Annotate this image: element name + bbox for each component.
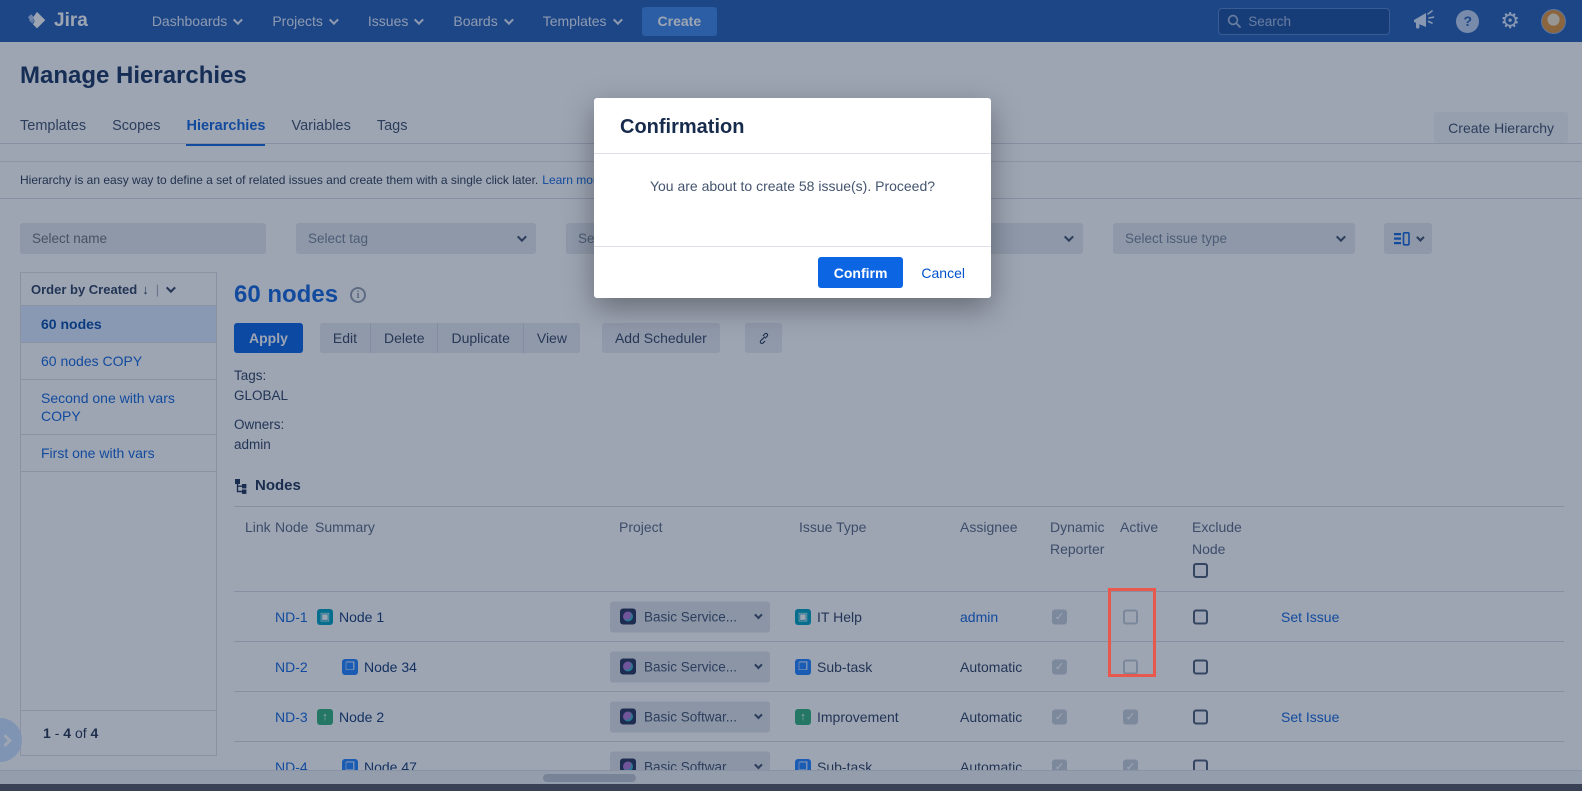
confirm-button[interactable]: Confirm: [817, 257, 904, 288]
red-annotation-box: [1108, 588, 1156, 677]
dialog-footer: Confirm Cancel: [594, 246, 991, 298]
cancel-button[interactable]: Cancel: [921, 265, 965, 281]
confirmation-dialog: Confirmation You are about to create 58 …: [594, 98, 991, 298]
dialog-title: Confirmation: [594, 98, 991, 154]
dialog-message: You are about to create 58 issue(s). Pro…: [649, 178, 936, 194]
